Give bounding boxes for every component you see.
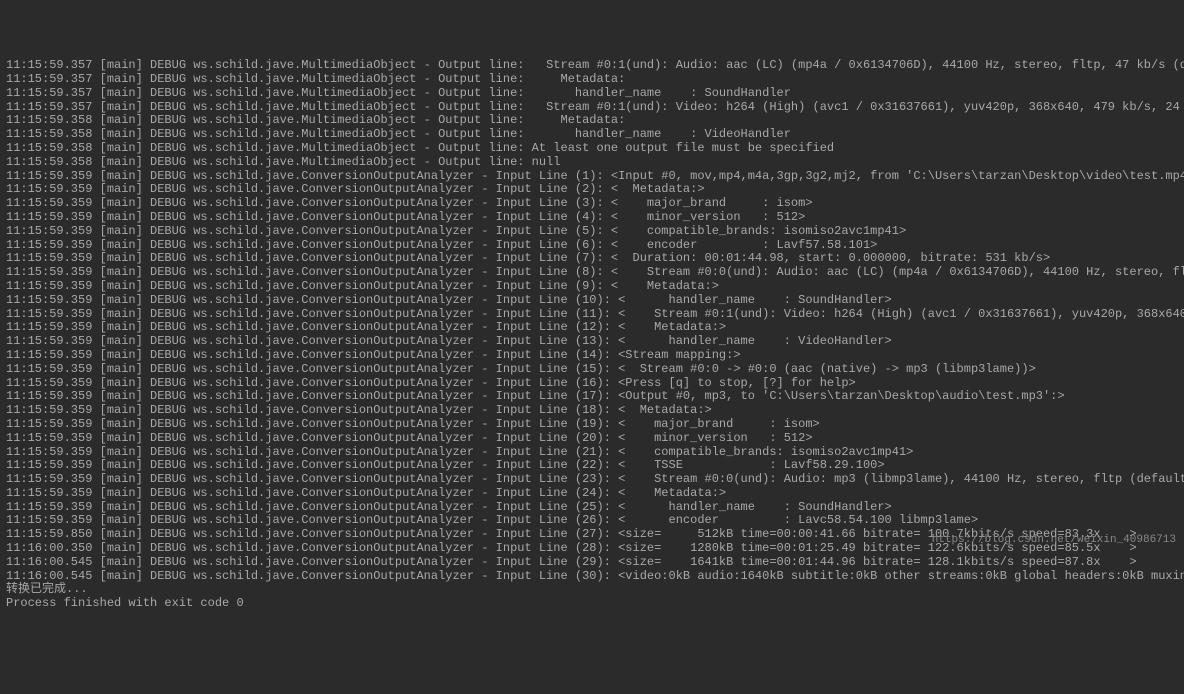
log-line: 11:15:59.359 [main] DEBUG ws.schild.jave… (6, 404, 1178, 418)
log-line: 11:15:59.359 [main] DEBUG ws.schild.jave… (6, 446, 1178, 460)
log-line: 11:15:59.357 [main] DEBUG ws.schild.jave… (6, 73, 1178, 87)
log-line: 11:15:59.359 [main] DEBUG ws.schild.jave… (6, 377, 1178, 391)
log-line: 11:15:59.359 [main] DEBUG ws.schild.jave… (6, 170, 1178, 184)
log-line: 11:15:59.359 [main] DEBUG ws.schild.jave… (6, 432, 1178, 446)
log-line: 11:15:59.359 [main] DEBUG ws.schild.jave… (6, 363, 1178, 377)
log-line: 11:15:59.359 [main] DEBUG ws.schild.jave… (6, 335, 1178, 349)
log-line: 11:15:59.359 [main] DEBUG ws.schild.jave… (6, 321, 1178, 335)
log-line: Process finished with exit code 0 (6, 597, 1178, 611)
log-line: 11:15:59.358 [main] DEBUG ws.schild.jave… (6, 128, 1178, 142)
log-line: 11:15:59.359 [main] DEBUG ws.schild.jave… (6, 225, 1178, 239)
log-line: 11:15:59.359 [main] DEBUG ws.schild.jave… (6, 459, 1178, 473)
log-line: 11:15:59.357 [main] DEBUG ws.schild.jave… (6, 101, 1178, 115)
log-line: 11:15:59.359 [main] DEBUG ws.schild.jave… (6, 418, 1178, 432)
log-line: 11:15:59.359 [main] DEBUG ws.schild.jave… (6, 183, 1178, 197)
log-line: 11:15:59.358 [main] DEBUG ws.schild.jave… (6, 114, 1178, 128)
log-line: 11:15:59.359 [main] DEBUG ws.schild.jave… (6, 197, 1178, 211)
log-line: 11:15:59.357 [main] DEBUG ws.schild.jave… (6, 59, 1178, 73)
console-output[interactable]: 11:15:59.357 [main] DEBUG ws.schild.jave… (6, 59, 1178, 611)
log-line: 11:15:59.357 [main] DEBUG ws.schild.jave… (6, 87, 1178, 101)
log-line: 11:15:59.359 [main] DEBUG ws.schild.jave… (6, 266, 1178, 280)
log-line: 11:16:00.545 [main] DEBUG ws.schild.jave… (6, 570, 1178, 584)
log-line: 11:15:59.359 [main] DEBUG ws.schild.jave… (6, 390, 1178, 404)
log-line: 11:16:00.545 [main] DEBUG ws.schild.jave… (6, 556, 1178, 570)
log-line: 11:15:59.359 [main] DEBUG ws.schild.jave… (6, 252, 1178, 266)
log-line: 11:15:59.359 [main] DEBUG ws.schild.jave… (6, 294, 1178, 308)
log-line: 11:15:59.359 [main] DEBUG ws.schild.jave… (6, 514, 1178, 528)
log-line: 11:15:59.359 [main] DEBUG ws.schild.jave… (6, 239, 1178, 253)
log-line: 11:15:59.359 [main] DEBUG ws.schild.jave… (6, 501, 1178, 515)
log-line: 11:15:59.359 [main] DEBUG ws.schild.jave… (6, 211, 1178, 225)
log-line: 11:15:59.359 [main] DEBUG ws.schild.jave… (6, 308, 1178, 322)
log-line: 11:15:59.359 [main] DEBUG ws.schild.jave… (6, 349, 1178, 363)
log-line: 11:15:59.358 [main] DEBUG ws.schild.jave… (6, 156, 1178, 170)
log-line: 11:15:59.358 [main] DEBUG ws.schild.jave… (6, 142, 1178, 156)
log-line: 11:15:59.359 [main] DEBUG ws.schild.jave… (6, 487, 1178, 501)
log-line: 转换已完成... (6, 583, 1178, 597)
watermark-link: https://blog.csdn.net/weixin_40986713 (932, 534, 1176, 548)
log-line: 11:15:59.359 [main] DEBUG ws.schild.jave… (6, 473, 1178, 487)
log-line: 11:15:59.359 [main] DEBUG ws.schild.jave… (6, 280, 1178, 294)
